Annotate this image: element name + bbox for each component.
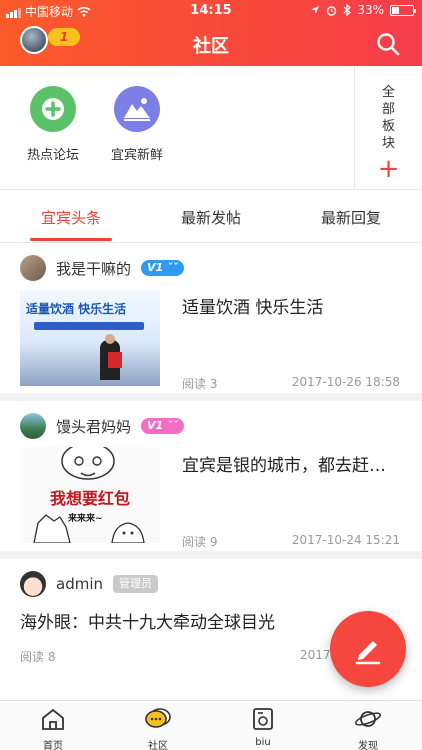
location-icon <box>311 6 320 14</box>
compose-button[interactable] <box>330 611 406 687</box>
biu-box-icon <box>253 708 273 730</box>
avatar[interactable] <box>20 255 46 281</box>
home-icon <box>42 708 64 730</box>
nav-label: 发现 <box>358 741 378 750</box>
read-count: 阅读 3 <box>182 377 218 391</box>
battery-icon <box>390 4 416 16</box>
author-name[interactable]: 馒头君妈妈 <box>56 416 131 437</box>
section-label: 热点论坛 <box>26 148 79 163</box>
read-count: 阅读 8 <box>20 650 56 664</box>
post-title[interactable]: 海外眼：中共十九大牵动全球目光 <box>20 608 275 633</box>
author-name[interactable]: 我是干嘛的 <box>56 258 131 279</box>
post-title[interactable]: 宜宾是银的城市，都去赶… <box>182 451 386 476</box>
bluetooth-icon <box>343 4 352 16</box>
page-title: 社区 <box>193 36 229 57</box>
all-boards-button[interactable]: 全部板块 + <box>354 66 422 190</box>
tab-latest-posts[interactable]: 最新发帖 <box>141 207 281 228</box>
post-thumbnail[interactable]: 适量饮酒 快乐生活 <box>20 290 160 386</box>
nav-label: biu <box>255 737 271 748</box>
post-item[interactable]: 我是干嘛的 V1 ˇˇ 适量饮酒 快乐生活 适量饮酒 快乐生活 阅读 3 201… <box>0 243 422 401</box>
nav-label: 社区 <box>148 741 168 750</box>
search-icon[interactable] <box>376 32 400 56</box>
bottom-navigation: 首页 社区 biu 发现 <box>0 700 422 750</box>
tab-latest-replies[interactable]: 最新回复 <box>281 207 421 228</box>
author-name[interactable]: admin <box>56 575 103 593</box>
tab-bar: 宜宾头条 最新发帖 最新回复 <box>0 191 422 243</box>
section-yibin-fresh[interactable]: 宜宾新鲜 <box>97 86 177 163</box>
read-count: 阅读 9 <box>182 535 218 549</box>
nav-home[interactable]: 首页 <box>23 707 83 750</box>
nav-community[interactable]: 社区 <box>128 707 188 750</box>
level-badge: V1 ˇˇ <box>141 418 185 434</box>
nav-discover[interactable]: 发现 <box>338 707 398 750</box>
thumbnail-caption: 我想要红包 <box>49 489 130 508</box>
post-thumbnail[interactable]: 我想要红包 来来来~ <box>20 447 160 543</box>
active-tab-indicator <box>30 238 112 241</box>
thumbnail-caption: 适量饮酒 快乐生活 <box>26 302 127 316</box>
tab-yibin-headlines[interactable]: 宜宾头条 <box>1 207 141 228</box>
all-boards-label: 全部板块 <box>381 85 395 151</box>
post-date: 2017-10-24 15:21 <box>291 533 400 547</box>
nav-biu[interactable]: biu <box>233 707 293 748</box>
pencil-icon <box>355 641 381 665</box>
header-bar: 中国移动 14:15 33% 1 社区 <box>0 0 422 66</box>
nav-label: 首页 <box>43 741 63 750</box>
planet-icon <box>354 711 382 727</box>
battery-percent: 33% <box>357 3 384 17</box>
post-item[interactable]: 馒头君妈妈 V1 ˇˇ 我想要红包 来来来~ 宜宾是银的城市，都去赶… 阅读 9… <box>0 401 422 559</box>
avatar[interactable] <box>20 571 46 597</box>
add-icon: + <box>377 154 400 184</box>
section-shortcuts: 热点论坛 宜宾新鲜 全部板块 + <box>0 66 422 190</box>
role-badge: 管理员 <box>113 575 158 593</box>
avatar[interactable] <box>20 413 46 439</box>
status-bar: 中国移动 14:15 33% <box>0 0 422 22</box>
post-date: 2017-10-26 18:58 <box>291 375 400 389</box>
section-hot-forum[interactable]: 热点论坛 <box>13 86 93 163</box>
plus-icon <box>30 86 76 132</box>
level-badge: V1 ˇˇ <box>141 260 185 276</box>
chat-bubble-icon <box>145 708 171 728</box>
post-title[interactable]: 适量饮酒 快乐生活 <box>182 293 323 318</box>
section-label: 宜宾新鲜 <box>110 148 163 163</box>
alarm-icon <box>327 5 337 16</box>
mountain-icon <box>114 86 160 132</box>
